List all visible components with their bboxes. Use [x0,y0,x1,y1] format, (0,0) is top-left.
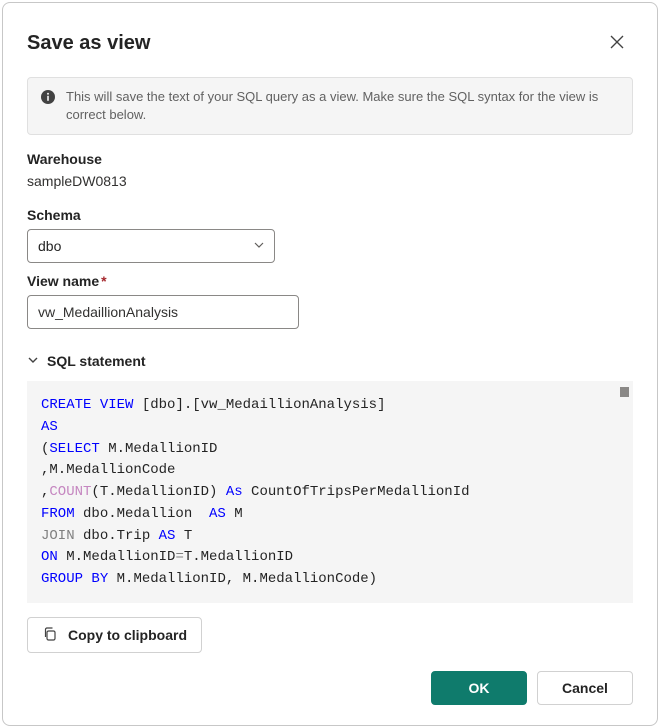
close-button[interactable] [601,27,633,59]
view-name-field: View name* [27,273,633,329]
schema-select[interactable]: dbo [27,229,275,263]
cancel-button[interactable]: Cancel [537,671,633,705]
schema-label: Schema [27,207,633,223]
required-asterisk: * [101,273,106,289]
view-name-input[interactable] [27,295,299,329]
schema-field: Schema dbo [27,207,633,263]
dialog-footer: OK Cancel [27,653,633,705]
scrollbar-thumb[interactable] [620,387,629,397]
sql-statement-label: SQL statement [47,353,146,369]
info-banner: This will save the text of your SQL quer… [27,77,633,135]
dialog-title: Save as view [27,32,150,55]
info-text: This will save the text of your SQL quer… [66,88,620,124]
copy-icon [42,626,58,645]
copy-row: Copy to clipboard [27,617,633,653]
dialog-header: Save as view [27,27,633,59]
chevron-down-icon [27,353,39,369]
sql-statement-box[interactable]: CREATE VIEW [dbo].[vw_MedaillionAnalysis… [27,381,633,603]
view-name-label: View name* [27,273,633,289]
warehouse-value: sampleDW0813 [27,173,633,189]
schema-value: dbo [38,238,61,254]
ok-button[interactable]: OK [431,671,527,705]
warehouse-label: Warehouse [27,151,633,167]
copy-to-clipboard-button[interactable]: Copy to clipboard [27,617,202,653]
info-icon [40,89,56,105]
copy-label: Copy to clipboard [68,627,187,643]
close-icon [609,34,625,53]
save-as-view-dialog: Save as view This will save the text of … [2,2,658,726]
warehouse-field: Warehouse sampleDW0813 [27,151,633,197]
sql-statement-toggle[interactable]: SQL statement [27,353,633,369]
